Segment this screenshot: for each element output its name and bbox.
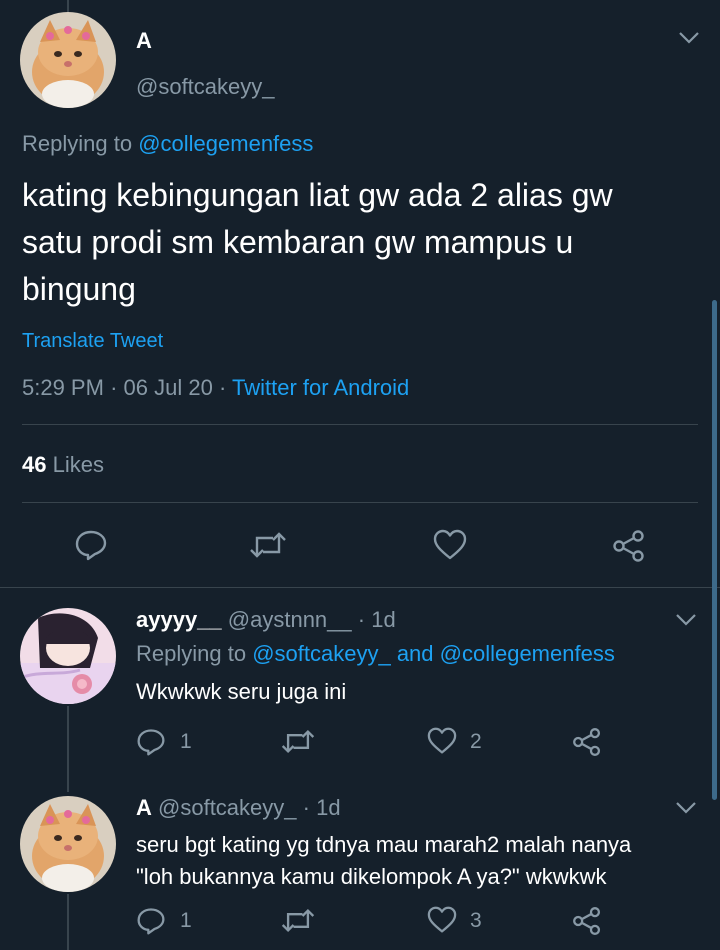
replying-prefix: Replying to	[22, 131, 133, 156]
retweet-icon[interactable]	[280, 907, 316, 934]
reply-author-name[interactable]: A	[136, 795, 152, 820]
heart-icon[interactable]	[426, 727, 458, 755]
reply-author-handle[interactable]: @softcakeyy_	[158, 795, 297, 820]
likes-label: Likes	[52, 452, 104, 477]
chevron-down-icon[interactable]	[675, 612, 697, 628]
replying-handle-link[interactable]: @collegemenfess	[138, 131, 313, 156]
avatar[interactable]	[20, 12, 116, 108]
reply-text-line: seru bgt kating yg tdnya mau marah2 mala…	[136, 832, 632, 857]
meta-sep: ·	[110, 375, 118, 400]
reply-text: Wkwkwk seru juga ini	[136, 679, 347, 704]
avatar[interactable]	[20, 796, 116, 892]
like-count: 3	[470, 909, 482, 932]
share-icon[interactable]	[572, 727, 602, 757]
replying-prefix: Replying to	[136, 641, 247, 666]
chevron-down-icon[interactable]	[678, 30, 700, 46]
likes-stat[interactable]: 46 Likes	[22, 452, 104, 478]
thread-line-top	[67, 0, 69, 12]
like-count: 2	[470, 730, 482, 753]
reply-age: · 1d	[302, 795, 341, 820]
share-icon[interactable]	[572, 906, 602, 936]
reply-header: A @softcakeyy_ · 1d	[136, 795, 341, 821]
heart-icon[interactable]	[432, 529, 468, 561]
reply-icon[interactable]	[74, 528, 108, 562]
scrollbar[interactable]	[712, 300, 717, 800]
tweet-text-line: bingung	[22, 271, 136, 307]
author-handle[interactable]: @softcakeyy_	[136, 74, 275, 100]
reply-age: · 1d	[357, 607, 396, 632]
replying-to: Replying to @softcakeyy_ and @collegemen…	[136, 641, 615, 667]
reply-count: 1	[180, 730, 192, 753]
meta-sep: ·	[218, 375, 227, 400]
reply-author-handle[interactable]: @aystnnn__	[228, 607, 352, 632]
heart-icon[interactable]	[426, 906, 458, 934]
reply-header: ayyyy__ @aystnnn__ · 1d	[136, 607, 396, 633]
retweet-icon[interactable]	[248, 530, 288, 560]
tweet-meta: 5:29 PM · 06 Jul 20 · Twitter for Androi…	[22, 375, 409, 401]
divider	[22, 424, 698, 425]
retweet-icon[interactable]	[280, 728, 316, 755]
reply-author-name[interactable]: ayyyy__	[136, 607, 222, 632]
avatar[interactable]	[20, 608, 116, 704]
replying-to: Replying to @collegemenfess	[22, 131, 313, 157]
tweet-source-link[interactable]: Twitter for Android	[232, 375, 409, 400]
reply-icon[interactable]	[136, 906, 166, 936]
reply-icon[interactable]	[136, 727, 166, 757]
thread-line	[67, 894, 69, 950]
divider	[22, 502, 698, 503]
divider	[0, 587, 720, 588]
tweet-time: 5:29 PM	[22, 375, 104, 400]
tweet-date: 06 Jul 20	[123, 375, 213, 400]
reply-count: 1	[180, 909, 192, 932]
likes-count: 46	[22, 452, 47, 477]
reply-text: seru bgt kating yg tdnya mau marah2 mala…	[136, 829, 631, 893]
reply-text-line: "loh bukannya kamu dikelompok A ya?" wkw…	[136, 864, 607, 889]
share-icon[interactable]	[612, 529, 646, 563]
tweet-text: kating kebingungan liat gw ada 2 alias g…	[22, 172, 712, 313]
thread-line	[67, 706, 69, 792]
chevron-down-icon[interactable]	[675, 800, 697, 816]
translate-tweet-link[interactable]: Translate Tweet	[22, 330, 163, 353]
author-name[interactable]: A	[136, 28, 152, 54]
tweet-text-line: kating kebingungan liat gw ada 2 alias g…	[22, 177, 613, 213]
tweet-text-line: satu prodi sm kembaran gw mampus u	[22, 224, 574, 260]
replying-handle-link[interactable]: @softcakeyy_ and @collegemenfess	[252, 641, 615, 666]
